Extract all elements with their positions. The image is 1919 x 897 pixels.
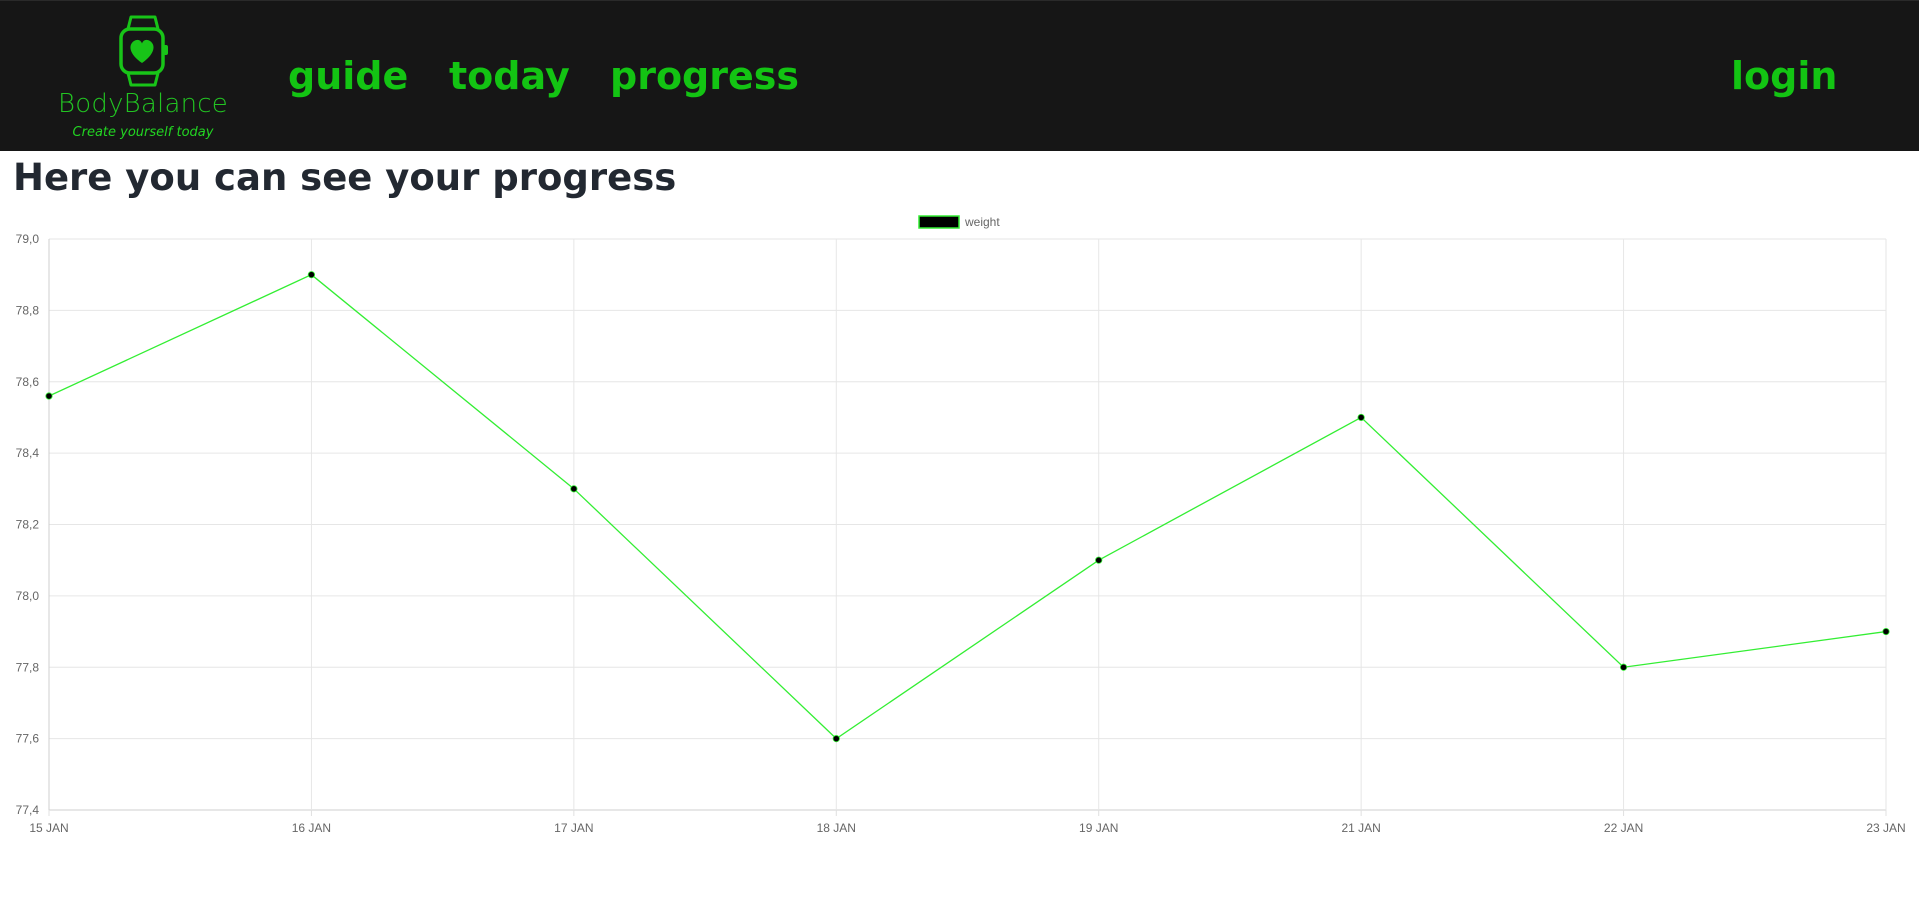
y-tick-label: 78,4	[16, 446, 40, 460]
x-tick-label: 16 JAN	[292, 821, 331, 835]
nav-progress-link[interactable]: progress	[610, 53, 799, 99]
y-tick-label: 78,2	[16, 518, 40, 532]
series-line-weight	[48, 273, 1887, 740]
x-tick-label: 23 JAN	[1866, 821, 1905, 835]
data-point	[1095, 556, 1103, 564]
y-tick-label: 79,0	[16, 232, 40, 246]
weight-progress-chart: 77,4 77,6 77,8 78,0 78,2 78,4 78,6 78,8 79,0 15 J…	[0, 210, 1919, 850]
data-point	[570, 485, 578, 493]
chart-canvas: 77,4 77,6 77,8 78,0 78,2 78,4 78,6 78,8 79,0 15 J…	[16, 215, 1906, 835]
data-point	[832, 735, 840, 743]
x-tick-label: 21 JAN	[1341, 821, 1380, 835]
y-tick-label: 77,8	[16, 660, 40, 674]
legend-label: weight	[964, 215, 1000, 229]
nav-guide-link[interactable]: guide	[288, 53, 408, 99]
brand-name: BodyBalance	[58, 89, 228, 119]
y-tick-label: 77,6	[16, 732, 40, 746]
nav-today-link[interactable]: today	[449, 53, 570, 99]
top-navigation-bar: BodyBalance Create yourself today guide …	[0, 0, 1919, 151]
brand-home-link[interactable]: BodyBalance Create yourself today	[58, 15, 228, 140]
y-tick-label: 78,6	[16, 375, 40, 389]
smartwatch-heart-icon	[119, 15, 168, 87]
y-tick-label: 78,8	[16, 303, 40, 317]
data-point	[45, 392, 53, 400]
y-tick-label: 78,0	[16, 589, 40, 603]
nav-login-link[interactable]: login	[1731, 53, 1837, 99]
x-tick-label: 17 JAN	[554, 821, 593, 835]
data-point	[1882, 627, 1890, 636]
legend-swatch	[918, 215, 960, 229]
data-point	[1619, 663, 1628, 671]
data-point	[1357, 413, 1365, 422]
brand-tagline: Create yourself today	[72, 125, 214, 140]
x-tick-label: 18 JAN	[817, 821, 856, 835]
x-tick-label: 19 JAN	[1079, 821, 1118, 835]
data-point	[307, 271, 316, 279]
x-tick-label: 22 JAN	[1604, 821, 1643, 835]
page-title: Here you can see your progress	[13, 156, 677, 199]
x-tick-label: 15 JAN	[29, 821, 68, 835]
y-tick-label: 77,4	[16, 803, 40, 817]
